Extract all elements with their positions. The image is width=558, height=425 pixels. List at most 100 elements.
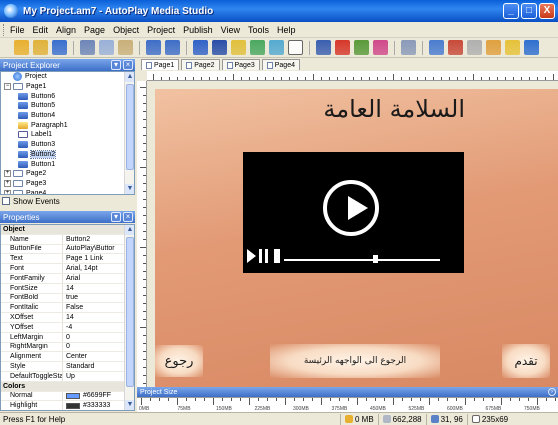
video-play-icon[interactable]	[247, 249, 256, 263]
tree-item[interactable]: Paragraph1	[1, 120, 134, 130]
tree-item[interactable]: Button2	[1, 149, 134, 160]
minimize-button[interactable]: _	[503, 3, 519, 19]
build-icon[interactable]	[486, 40, 501, 55]
undo-icon[interactable]	[146, 40, 161, 55]
add-flash-icon[interactable]	[269, 40, 284, 55]
page-canvas[interactable]: السلامة العامة رجوع الرجوع الى الواجهه ا…	[155, 89, 558, 387]
open-project-icon[interactable]	[33, 40, 48, 55]
property-row[interactable]: FontFamily Arial	[1, 273, 134, 284]
show-events-checkbox[interactable]	[2, 197, 10, 205]
properties-scrollbar[interactable]: ▲ ▼	[124, 225, 134, 410]
menu-object[interactable]: Object	[113, 25, 139, 35]
tree-item[interactable]: Button6	[1, 91, 134, 101]
tree-item[interactable]: Button5	[1, 101, 134, 111]
copy-icon[interactable]	[99, 40, 114, 55]
property-row[interactable]: Highlight #333333	[1, 401, 134, 410]
property-category[interactable]: Object	[1, 225, 134, 235]
property-row[interactable]: RightMargin 0	[1, 342, 134, 353]
cut-icon[interactable]	[80, 40, 95, 55]
menu-view[interactable]: View	[221, 25, 240, 35]
add-button-icon[interactable]	[193, 40, 208, 55]
help-icon[interactable]	[524, 40, 539, 55]
panel-close-icon[interactable]: ×	[123, 60, 133, 70]
add-slideshow-icon[interactable]	[354, 40, 369, 55]
redo-icon[interactable]	[165, 40, 180, 55]
page-heading[interactable]: السلامة العامة	[265, 95, 465, 123]
tree-item[interactable]: + Page3	[1, 179, 134, 189]
property-row[interactable]: ButtonFile AutoPlay\Buttor	[1, 244, 134, 255]
video-seek-knob[interactable]	[373, 255, 378, 263]
scroll-thumb[interactable]	[126, 237, 134, 387]
play-circle-icon[interactable]	[323, 180, 379, 236]
add-image-icon[interactable]	[250, 40, 265, 55]
expand-icon[interactable]: +	[4, 170, 11, 178]
property-row[interactable]: FontItalic False	[1, 303, 134, 314]
video-player[interactable]	[243, 152, 464, 273]
new-project-icon[interactable]	[14, 40, 29, 55]
tab-page1[interactable]: Page1	[141, 59, 180, 70]
preview-icon[interactable]	[467, 40, 482, 55]
property-row[interactable]: FontSize 14	[1, 283, 134, 294]
color-swatch[interactable]	[66, 402, 80, 409]
property-category[interactable]: Colors	[1, 381, 134, 392]
tree-item[interactable]: Button1	[1, 159, 134, 169]
tree-item[interactable]: + Page2	[1, 169, 134, 179]
publish-icon[interactable]	[505, 40, 520, 55]
video-seek-track[interactable]	[284, 259, 440, 261]
menu-tools[interactable]: Tools	[248, 25, 269, 35]
property-row[interactable]: LeftMargin 0	[1, 332, 134, 343]
tree-item[interactable]: Button3	[1, 140, 134, 150]
add-input-icon[interactable]	[288, 40, 303, 55]
property-row[interactable]: DefaultToggleSta Up	[1, 371, 134, 382]
property-row[interactable]: Font Arial, 14pt	[1, 264, 134, 274]
main-menu-button[interactable]: الرجوع الى الواجهه الرئيسة	[270, 344, 440, 378]
menu-file[interactable]: File	[10, 25, 25, 35]
tree-item[interactable]: Project	[1, 72, 134, 82]
explorer-scrollbar[interactable]: ▲ ▼	[124, 72, 134, 194]
panel-close-icon[interactable]: ›	[548, 388, 556, 396]
video-pause-icon[interactable]	[259, 249, 262, 263]
panel-options-icon[interactable]: ▾	[111, 212, 121, 222]
tree-item[interactable]: − Page1	[1, 82, 134, 92]
property-row[interactable]: Name Button2	[1, 234, 134, 245]
scroll-down-arrow-icon[interactable]: ▼	[125, 184, 134, 194]
panel-close-icon[interactable]: ×	[123, 212, 133, 222]
property-row[interactable]: Text Page 1 Link	[1, 254, 134, 265]
property-row[interactable]: YOffset -4	[1, 322, 134, 333]
project-settings-icon[interactable]	[448, 40, 463, 55]
page-properties-icon[interactable]	[429, 40, 444, 55]
menu-page[interactable]: Page	[84, 25, 105, 35]
video-stop-icon[interactable]	[274, 249, 280, 263]
property-row[interactable]: Style Standard	[1, 362, 134, 372]
add-plugin-icon[interactable]	[373, 40, 388, 55]
maximize-button[interactable]: □	[521, 3, 537, 19]
show-events-toggle[interactable]: Show Events	[0, 195, 135, 207]
property-row[interactable]: XOffset 14	[1, 313, 134, 323]
menu-grip[interactable]	[3, 23, 6, 36]
scroll-up-arrow-icon[interactable]: ▲	[125, 225, 134, 235]
paste-icon[interactable]	[118, 40, 133, 55]
add-paragraph-icon[interactable]	[231, 40, 246, 55]
panel-options-icon[interactable]: ▾	[111, 60, 121, 70]
color-swatch[interactable]	[66, 392, 80, 399]
close-button[interactable]: X	[539, 3, 555, 19]
property-row[interactable]: Normal #6699FF	[1, 391, 134, 402]
collapse-icon[interactable]: −	[4, 83, 11, 91]
save-icon[interactable]	[52, 40, 67, 55]
add-web-icon[interactable]	[335, 40, 350, 55]
zoom-icon[interactable]	[401, 40, 416, 55]
add-label-icon[interactable]	[212, 40, 227, 55]
video-pause-icon[interactable]	[265, 249, 268, 263]
menu-align[interactable]: Align	[56, 25, 76, 35]
menu-publish[interactable]: Publish	[183, 25, 213, 35]
scroll-thumb[interactable]	[126, 84, 134, 170]
tree-item[interactable]: Button4	[1, 111, 134, 121]
expand-icon[interactable]: +	[4, 179, 11, 187]
scroll-up-arrow-icon[interactable]: ▲	[125, 72, 134, 82]
add-video-icon[interactable]	[316, 40, 331, 55]
menu-help[interactable]: Help	[277, 25, 296, 35]
tab-page2[interactable]: Page2	[181, 59, 220, 70]
tree-item[interactable]: Label1	[1, 130, 134, 140]
tab-page4[interactable]: Page4	[261, 59, 300, 70]
menu-edit[interactable]: Edit	[33, 25, 49, 35]
